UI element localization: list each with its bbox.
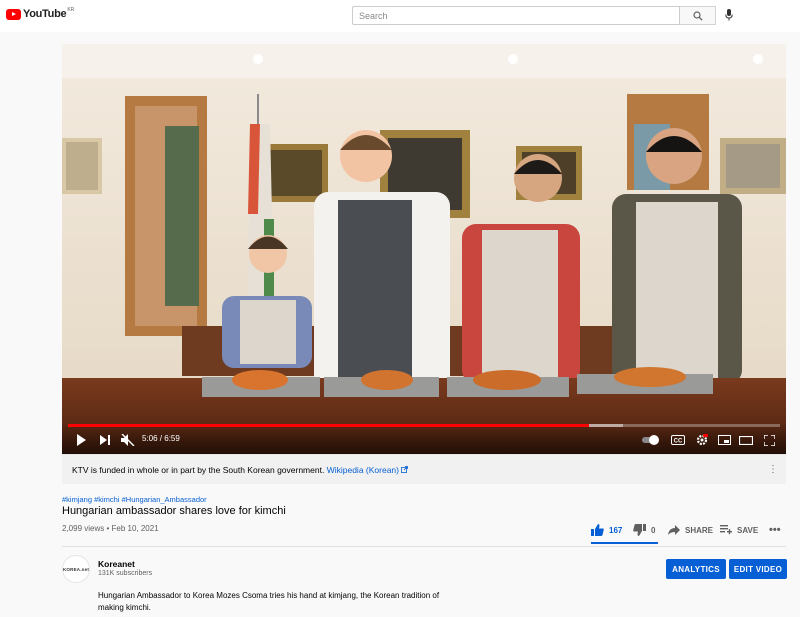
dislike-button[interactable]: 0 xyxy=(633,522,655,538)
captions-button[interactable]: CC xyxy=(670,433,686,447)
fullscreen-button[interactable] xyxy=(762,433,776,447)
progress-played xyxy=(68,424,590,427)
microphone-icon xyxy=(725,9,733,21)
external-link-icon xyxy=(401,466,409,473)
info-panel-link[interactable]: Wikipedia (Korean) xyxy=(327,465,409,475)
save-label: SAVE xyxy=(737,525,759,535)
search-button[interactable] xyxy=(680,6,716,25)
voice-search-button[interactable] xyxy=(722,8,736,22)
info-panel-more-icon[interactable]: ⋮ xyxy=(768,464,778,475)
like-button[interactable]: 167 xyxy=(591,522,622,538)
search-icon xyxy=(692,10,703,21)
video-player[interactable]: 5:06 / 6:59 CC xyxy=(62,44,786,454)
dislike-count: 0 xyxy=(651,525,656,535)
autoplay-toggle[interactable] xyxy=(642,433,660,447)
captions-icon: CC xyxy=(671,435,685,445)
progress-bar[interactable] xyxy=(68,424,780,427)
information-panel: KTV is funded in whole or in part by the… xyxy=(62,454,786,484)
masthead: YouTube KR Search xyxy=(0,0,800,32)
settings-button[interactable] xyxy=(694,433,710,447)
like-count: 167 xyxy=(609,525,623,535)
miniplayer-button[interactable] xyxy=(716,433,732,447)
youtube-logo[interactable]: YouTube KR xyxy=(6,7,75,20)
player-controls: 5:06 / 6:59 CC xyxy=(62,422,786,454)
channel-avatar[interactable]: KOREA.net xyxy=(62,555,90,583)
next-button[interactable] xyxy=(98,433,112,447)
video-description: Hungarian Ambassador to Korea Mozes Csom… xyxy=(98,591,440,612)
channel-name[interactable]: Koreanet xyxy=(98,559,135,569)
video-title: Hungarian ambassador shares love for kim… xyxy=(62,505,286,517)
gear-icon xyxy=(696,434,708,446)
mute-button[interactable] xyxy=(120,433,136,447)
save-button[interactable]: SAVE xyxy=(720,522,758,538)
svg-text:CC: CC xyxy=(674,439,683,445)
info-panel-link-label: Wikipedia (Korean) xyxy=(326,465,399,475)
sentiment-bar xyxy=(591,542,658,544)
share-button[interactable]: SHARE xyxy=(668,522,713,538)
youtube-play-icon xyxy=(6,8,21,20)
share-label: SHARE xyxy=(685,525,714,535)
view-count-date: 2,099 views • Feb 10, 2021 xyxy=(62,524,159,533)
playlist-add-icon xyxy=(720,525,732,535)
play-button[interactable] xyxy=(74,433,88,447)
thumbs-down-icon xyxy=(633,524,646,536)
more-actions-button[interactable]: ••• xyxy=(769,522,781,538)
logo-text: YouTube xyxy=(23,8,67,20)
fullscreen-icon xyxy=(763,434,775,446)
video-frame xyxy=(62,44,786,454)
next-icon xyxy=(100,435,110,445)
theater-icon xyxy=(739,435,753,445)
miniplayer-icon xyxy=(717,435,731,445)
subscriber-count: 131K subscribers xyxy=(98,570,153,577)
share-icon xyxy=(668,525,680,535)
divider xyxy=(62,546,786,547)
sentiment-bar-likes xyxy=(591,542,658,544)
thumbs-up-icon xyxy=(591,524,604,536)
autoplay-toggle-icon xyxy=(642,435,659,445)
more-horizontal-icon: ••• xyxy=(769,524,781,536)
search-input[interactable]: Search xyxy=(352,6,680,25)
hashtags[interactable]: #kimjang #kimchi #Hungarian_Ambassador xyxy=(62,495,207,504)
analytics-button[interactable]: ANALYTICS xyxy=(666,559,726,579)
info-panel-text: KTV is funded in whole or in part by the… xyxy=(72,465,325,475)
edit-video-button[interactable]: EDIT VIDEO xyxy=(729,559,787,579)
country-code: KR xyxy=(67,7,75,13)
time-display: 5:06 / 6:59 xyxy=(142,434,180,443)
play-icon xyxy=(77,434,86,446)
theater-mode-button[interactable] xyxy=(738,433,754,447)
volume-muted-icon xyxy=(121,434,135,446)
